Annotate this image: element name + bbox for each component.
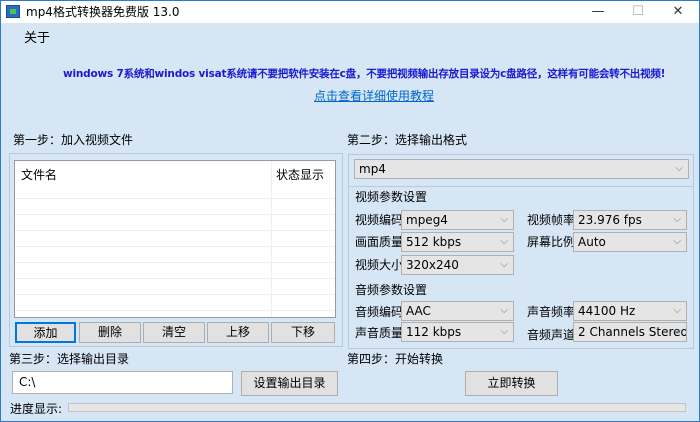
aspect-ratio-value: Auto bbox=[578, 235, 606, 249]
chevron-down-icon: ⌵ bbox=[500, 305, 508, 316]
file-list[interactable]: 文件名 状态显示 bbox=[14, 160, 336, 318]
progress-label: 进度显示: bbox=[10, 402, 63, 416]
video-codec-label: 视频编码 bbox=[355, 213, 404, 227]
column-header-status[interactable]: 状态显示 bbox=[276, 168, 324, 182]
chevron-down-icon: ⌵ bbox=[500, 259, 508, 270]
column-header-filename[interactable]: 文件名 bbox=[21, 168, 57, 182]
app-window: mp4格式转换器免费版 13.0 — ☐ ✕ 关于 windows 7系统和wi… bbox=[0, 0, 700, 422]
menu-about[interactable]: 关于 bbox=[24, 32, 50, 46]
video-framerate-label: 视频帧率 bbox=[527, 213, 576, 227]
format-value: mp4 bbox=[359, 162, 386, 176]
sample-rate-value: 44100 Hz bbox=[578, 304, 636, 318]
sample-rate-label: 声音频率 bbox=[527, 305, 576, 319]
move-down-button[interactable]: 下移 bbox=[271, 322, 335, 343]
set-output-dir-button[interactable]: 设置输出目录 bbox=[241, 371, 338, 396]
progress-bar bbox=[68, 403, 686, 412]
tutorial-link[interactable]: 点击查看详细使用教程 bbox=[314, 89, 434, 103]
divider bbox=[349, 186, 693, 187]
chevron-down-icon: ⌵ bbox=[673, 305, 681, 316]
audio-quality-select[interactable]: 112 kbps ⌵ bbox=[401, 322, 514, 342]
step3-label: 第三步：选择输出目录 bbox=[9, 352, 130, 366]
video-size-select[interactable]: 320x240 ⌵ bbox=[401, 255, 514, 275]
add-button[interactable]: 添加 bbox=[15, 322, 76, 343]
video-framerate-value: 23.976 fps bbox=[578, 213, 642, 227]
video-framerate-select[interactable]: 23.976 fps ⌵ bbox=[573, 210, 687, 230]
minimize-button[interactable]: — bbox=[583, 3, 613, 21]
convert-button[interactable]: 立即转换 bbox=[465, 371, 558, 396]
chevron-down-icon: ⌵ bbox=[675, 163, 683, 174]
audio-quality-value: 112 kbps bbox=[406, 325, 462, 339]
video-size-value: 320x240 bbox=[406, 258, 459, 272]
aspect-ratio-select[interactable]: Auto ⌵ bbox=[573, 232, 687, 252]
maximize-button[interactable]: ☐ bbox=[623, 3, 653, 21]
audio-codec-select[interactable]: AAC ⌵ bbox=[401, 301, 514, 321]
chevron-down-icon: ⌵ bbox=[673, 236, 681, 247]
audio-channels-value: 2 Channels Stereo bbox=[578, 325, 687, 339]
audio-quality-label: 声音质量 bbox=[355, 326, 404, 340]
audio-codec-label: 音频编码 bbox=[355, 305, 404, 319]
step2-label: 第二步：选择输出格式 bbox=[347, 133, 468, 147]
app-icon bbox=[6, 5, 20, 18]
delete-button[interactable]: 删除 bbox=[79, 322, 141, 343]
video-quality-select[interactable]: 512 kbps ⌵ bbox=[401, 232, 514, 252]
video-quality-value: 512 kbps bbox=[406, 235, 462, 249]
video-size-label: 视频大小 bbox=[355, 258, 404, 272]
format-select[interactable]: mp4 ⌵ bbox=[354, 159, 689, 179]
video-codec-value: mpeg4 bbox=[406, 213, 448, 227]
chevron-down-icon: ⌵ bbox=[673, 214, 681, 225]
video-codec-select[interactable]: mpeg4 ⌵ bbox=[401, 210, 514, 230]
video-quality-label: 画面质量 bbox=[355, 235, 404, 249]
close-button[interactable]: ✕ bbox=[663, 3, 693, 21]
audio-channels-select[interactable]: 2 Channels Stereo ⌵ bbox=[573, 322, 687, 342]
audio-settings-header: 音频参数设置 bbox=[355, 283, 428, 297]
window-title: mp4格式转换器免费版 13.0 bbox=[26, 5, 180, 19]
chevron-down-icon: ⌵ bbox=[500, 214, 508, 225]
move-up-button[interactable]: 上移 bbox=[207, 322, 269, 343]
title-bar: mp4格式转换器免费版 13.0 — ☐ ✕ bbox=[1, 1, 699, 23]
step4-label: 第四步：开始转换 bbox=[347, 352, 444, 366]
chevron-down-icon: ⌵ bbox=[500, 326, 508, 337]
chevron-down-icon: ⌵ bbox=[500, 236, 508, 247]
warning-notice: windows 7系统和windos visat系统请不要把软件安装在c盘，不要… bbox=[63, 68, 666, 80]
video-settings-header: 视频参数设置 bbox=[355, 190, 428, 204]
step1-label: 第一步：加入视频文件 bbox=[13, 133, 134, 147]
chevron-down-icon: ⌵ bbox=[673, 326, 681, 337]
clear-button[interactable]: 清空 bbox=[143, 322, 205, 343]
aspect-ratio-label: 屏幕比例 bbox=[527, 235, 576, 249]
sample-rate-select[interactable]: 44100 Hz ⌵ bbox=[573, 301, 687, 321]
output-path-input[interactable]: C:\ bbox=[12, 371, 233, 394]
audio-channels-label: 音频声道 bbox=[527, 328, 576, 342]
audio-codec-value: AAC bbox=[406, 304, 431, 318]
